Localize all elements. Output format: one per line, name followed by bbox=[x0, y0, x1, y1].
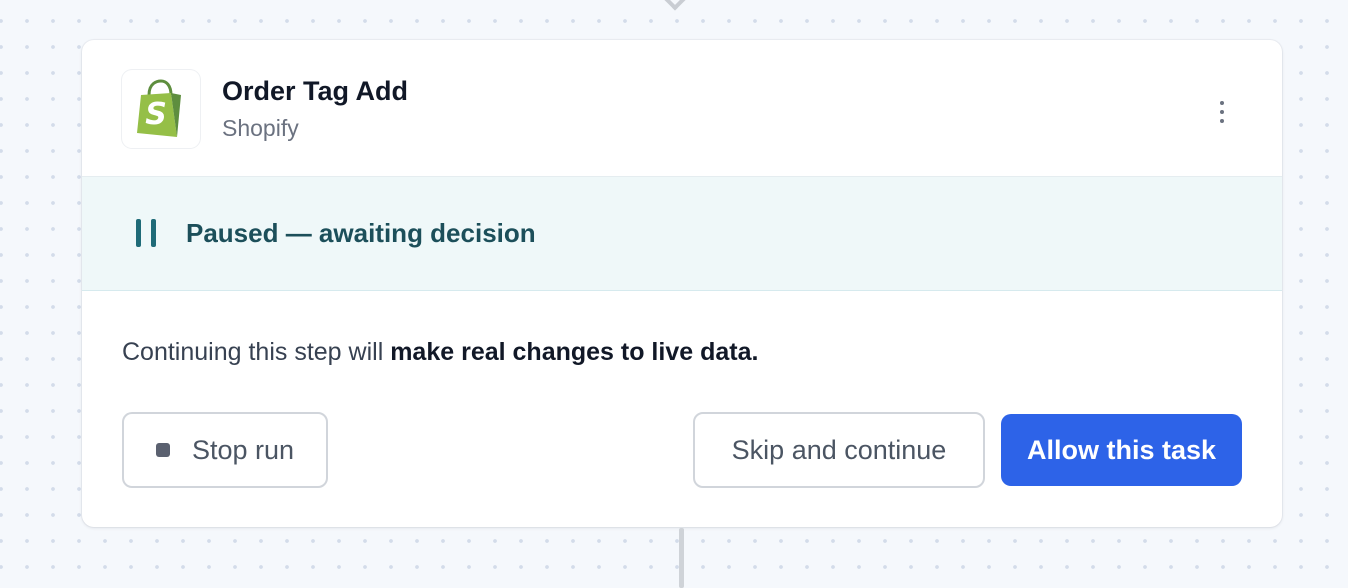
stop-run-button[interactable]: Stop run bbox=[122, 412, 328, 488]
flow-connector-arrow bbox=[659, 0, 691, 11]
pause-icon bbox=[136, 219, 158, 247]
more-options-dot bbox=[1220, 119, 1224, 123]
shopify-logo-icon: S bbox=[122, 70, 200, 148]
flow-connector-line bbox=[679, 528, 684, 588]
skip-and-continue-button[interactable]: Skip and continue bbox=[693, 412, 985, 488]
stop-run-label: Stop run bbox=[191, 434, 295, 465]
svg-text:S: S bbox=[145, 97, 167, 132]
status-banner: Paused — awaiting decision bbox=[82, 177, 1282, 291]
allow-task-button[interactable]: Allow this task bbox=[1001, 414, 1242, 486]
more-options-dot bbox=[1220, 110, 1224, 114]
more-options-button[interactable] bbox=[1204, 92, 1240, 132]
more-options-dot bbox=[1220, 101, 1224, 105]
workflow-step-card: S Order Tag Add Shopify Paused — awaitin… bbox=[82, 40, 1282, 527]
stop-square-icon bbox=[155, 443, 170, 457]
warning-message: Continuing this step will make real chan… bbox=[122, 338, 758, 367]
step-header: S Order Tag Add Shopify bbox=[82, 40, 1282, 177]
warning-prefix: Continuing this step will bbox=[122, 338, 391, 366]
step-app-vendor: Shopify bbox=[222, 115, 299, 141]
step-title: Order Tag Add bbox=[222, 76, 409, 106]
warning-emphasis: make real changes to live data. bbox=[390, 338, 759, 366]
status-text: Paused — awaiting decision bbox=[186, 218, 536, 248]
